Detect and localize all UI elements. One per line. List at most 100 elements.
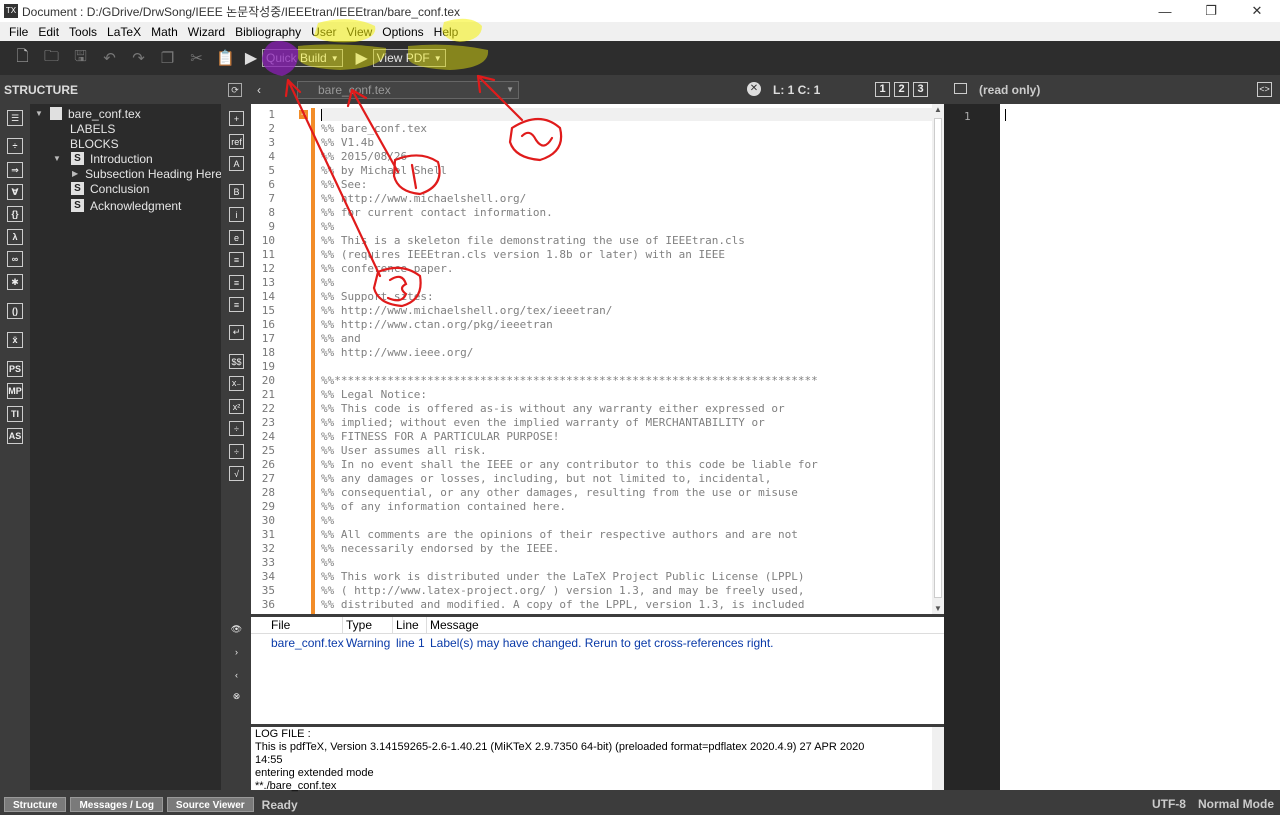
code-view-icon[interactable]: <>	[1257, 82, 1272, 97]
asterisk-icon[interactable]: ✱	[7, 274, 23, 290]
fraction-icon[interactable]: ÷	[229, 421, 244, 436]
column-line[interactable]: Line	[393, 617, 427, 634]
chevron-right-icon[interactable]: ▶	[72, 169, 78, 178]
undo-icon[interactable]: ↶	[95, 44, 124, 72]
source-viewer[interactable]: 1	[944, 104, 1280, 790]
ref-icon[interactable]: ref	[229, 134, 244, 149]
pstricks-icon[interactable]: ()	[7, 303, 23, 319]
column-type[interactable]: Type	[343, 617, 393, 634]
view-pdf-dropdown[interactable]: View PDF ▼	[372, 49, 446, 67]
quick-build-dropdown[interactable]: Quick Build ▼	[262, 49, 343, 67]
tree-section-acknowledgment[interactable]: S Acknowledgment	[30, 198, 221, 213]
fold-marker-icon[interactable]: −	[299, 110, 308, 119]
minimize-button[interactable]: —	[1142, 0, 1188, 22]
menu-latex[interactable]: LaTeX	[102, 25, 146, 39]
menu-options[interactable]: Options	[377, 25, 428, 39]
sqrt-icon[interactable]: √	[229, 466, 244, 481]
maximize-button[interactable]: ❐	[1188, 0, 1234, 22]
encoding-label[interactable]: UTF-8	[1152, 797, 1186, 811]
close-document-icon[interactable]: ✕	[747, 82, 761, 96]
misc-symbols-icon[interactable]: ∀	[7, 184, 23, 200]
metapost-icon[interactable]: MP	[7, 383, 23, 399]
insert-label-icon[interactable]: +	[229, 111, 244, 126]
infinity-icon[interactable]: ∞	[7, 251, 23, 267]
menu-user[interactable]: User	[306, 25, 341, 39]
accent-icon[interactable]: x̄	[7, 332, 23, 348]
cut-icon[interactable]: ✂	[182, 44, 211, 72]
view-1-button[interactable]: 1	[875, 82, 890, 97]
menu-file[interactable]: File	[4, 25, 33, 39]
align-left-icon[interactable]: ≡	[229, 252, 244, 267]
next-message-icon[interactable]: ›	[229, 644, 244, 659]
paste-icon[interactable]: 📋	[211, 44, 240, 72]
subscript-icon[interactable]: x₋	[229, 376, 244, 391]
font-size-icon[interactable]: A	[229, 156, 244, 171]
folder-icon[interactable]	[954, 83, 967, 94]
messages-log-toggle-button[interactable]: Messages / Log	[70, 797, 163, 812]
menu-edit[interactable]: Edit	[33, 25, 64, 39]
editor-mode-label[interactable]: Normal Mode	[1198, 797, 1274, 811]
scroll-down-icon[interactable]: ▼	[934, 604, 942, 613]
menu-wizard[interactable]: Wizard	[183, 25, 230, 39]
menu-math[interactable]: Math	[146, 25, 183, 39]
tree-file-row[interactable]: ▼ bare_conf.tex	[30, 106, 221, 121]
run-build-icon[interactable]: ▶	[240, 44, 262, 72]
redo-icon[interactable]: ↷	[124, 44, 153, 72]
structure-toggle-button[interactable]: Structure	[4, 797, 67, 812]
emphasis-icon[interactable]: e	[229, 230, 244, 245]
align-right-icon[interactable]: ≡	[229, 297, 244, 312]
view-2-button[interactable]: 2	[894, 82, 909, 97]
code-area[interactable]: %% bare_conf.tex%% V1.4b%% 2015/08/26%% …	[321, 104, 933, 614]
ps-icon[interactable]: PS	[7, 361, 23, 377]
open-folder-icon[interactable]: 🗀	[37, 44, 66, 72]
copy-icon[interactable]: ❐	[153, 44, 182, 72]
tikz-icon[interactable]: TI	[7, 406, 23, 422]
arrow-symbols-icon[interactable]: ⇒	[7, 162, 23, 178]
tree-section-conclusion[interactable]: S Conclusion	[30, 181, 221, 196]
superscript-icon[interactable]: x²	[229, 399, 244, 414]
menu-bibliography[interactable]: Bibliography	[230, 25, 306, 39]
code-editor[interactable]: 1 2 3 4 5 6 7 8 9 10 11 12 13 14 15 16 17 18 19 20 21 22 23 24 2…	[251, 104, 944, 614]
asymptote-icon[interactable]: AS	[7, 428, 23, 444]
align-center-icon[interactable]: ≡	[229, 275, 244, 290]
eye-icon[interactable]: 👁	[229, 622, 244, 637]
new-line-icon[interactable]: ↵	[229, 325, 244, 340]
stop-icon[interactable]: ⊗	[229, 689, 244, 704]
scroll-up-icon[interactable]: ▲	[934, 105, 942, 114]
previous-message-icon[interactable]: ‹	[229, 667, 244, 682]
chevron-down-icon[interactable]: ▼	[52, 154, 62, 163]
back-arrow-icon[interactable]: ‹	[257, 83, 271, 97]
column-message[interactable]: Message	[427, 617, 944, 634]
run-view-icon[interactable]: ▶	[351, 44, 373, 72]
delimiters-icon[interactable]: {}	[7, 206, 23, 222]
view-3-button[interactable]: 3	[913, 82, 928, 97]
new-file-icon[interactable]: 🗋	[8, 44, 37, 72]
log-panel[interactable]: LOG FILE : This is pdfTeX, Version 3.141…	[251, 727, 944, 792]
close-button[interactable]: ✕	[1234, 0, 1280, 22]
refresh-icon[interactable]: ⟳	[228, 83, 242, 97]
math-mode-icon[interactable]: $$	[229, 354, 244, 369]
relation-icon[interactable]: ÷	[7, 138, 23, 154]
tree-blocks-row[interactable]: BLOCKS	[30, 136, 221, 151]
save-icon[interactable]: 🖫	[66, 44, 95, 72]
tree-subsection[interactable]: ▶ Subsection Heading Here	[30, 166, 222, 181]
menu-help[interactable]: Help	[429, 25, 464, 39]
tree-labels-row[interactable]: LABELS	[30, 121, 221, 136]
column-file[interactable]: File	[268, 617, 343, 634]
greek-letters-icon[interactable]: λ	[7, 229, 23, 245]
tree-section-introduction[interactable]: ▼ S Introduction	[30, 151, 221, 166]
editor-scrollbar[interactable]: ▲ ▼	[932, 104, 944, 614]
source-viewer-toggle-button[interactable]: Source Viewer	[166, 797, 254, 812]
log-scrollbar[interactable]	[932, 727, 944, 790]
menu-tools[interactable]: Tools	[64, 25, 102, 39]
menu-view[interactable]: View	[342, 25, 378, 39]
source-viewer-page[interactable]	[1000, 104, 1280, 790]
chevron-down-icon[interactable]: ▼	[34, 109, 44, 118]
dfrac-icon[interactable]: ÷	[229, 444, 244, 459]
bold-icon[interactable]: B	[229, 184, 244, 199]
document-tab-combo[interactable]: bare_conf.tex ▼	[297, 81, 519, 99]
scrollbar-thumb[interactable]	[934, 118, 942, 598]
view-pdf-label: View PDF	[376, 51, 430, 65]
italic-icon[interactable]: i	[229, 207, 244, 222]
structure-list-icon[interactable]: ☰	[7, 110, 23, 126]
